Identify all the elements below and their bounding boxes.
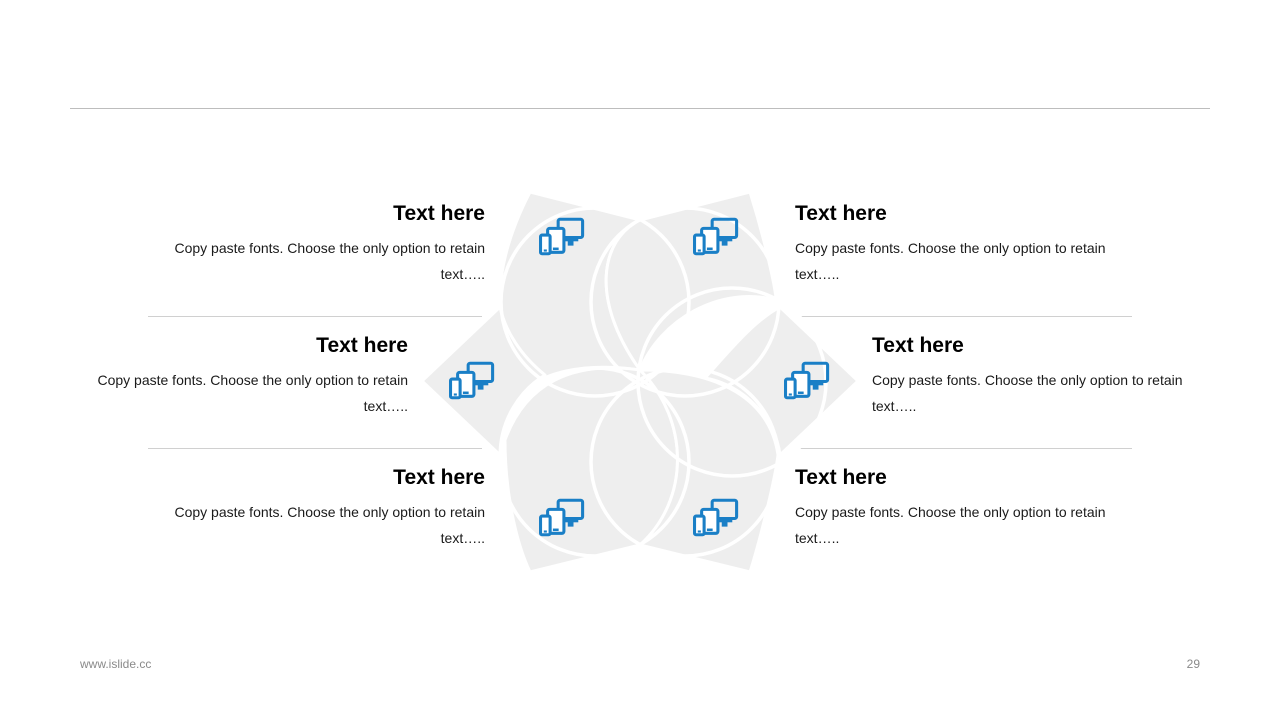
text-block-bottom-left: Text here Copy paste fonts. Choose the o… [155, 465, 485, 551]
block-title: Text here [795, 202, 887, 225]
block-body: Copy paste fonts. Choose the only option… [97, 372, 408, 414]
block-title: Text here [316, 334, 408, 357]
page-number: 29 [1186, 657, 1200, 671]
footer-url[interactable]: www.islide.cc [80, 657, 151, 671]
text-block-middle-right: Text here Copy paste fonts. Choose the o… [872, 333, 1202, 419]
block-title: Text here [795, 466, 887, 489]
text-block-top-right: Text here Copy paste fonts. Choose the o… [795, 201, 1125, 287]
text-block-top-left: Text here Copy paste fonts. Choose the o… [155, 201, 485, 287]
block-title: Text here [393, 202, 485, 225]
block-body: Copy paste fonts. Choose the only option… [174, 240, 485, 282]
block-body: Copy paste fonts. Choose the only option… [795, 504, 1106, 546]
text-block-middle-left: Text here Copy paste fonts. Choose the o… [78, 333, 408, 419]
block-body: Copy paste fonts. Choose the only option… [174, 504, 485, 546]
text-block-bottom-right: Text here Copy paste fonts. Choose the o… [795, 465, 1125, 551]
block-body: Copy paste fonts. Choose the only option… [795, 240, 1106, 282]
block-body: Copy paste fonts. Choose the only option… [872, 372, 1183, 414]
block-title: Text here [393, 466, 485, 489]
block-title: Text here [872, 334, 964, 357]
